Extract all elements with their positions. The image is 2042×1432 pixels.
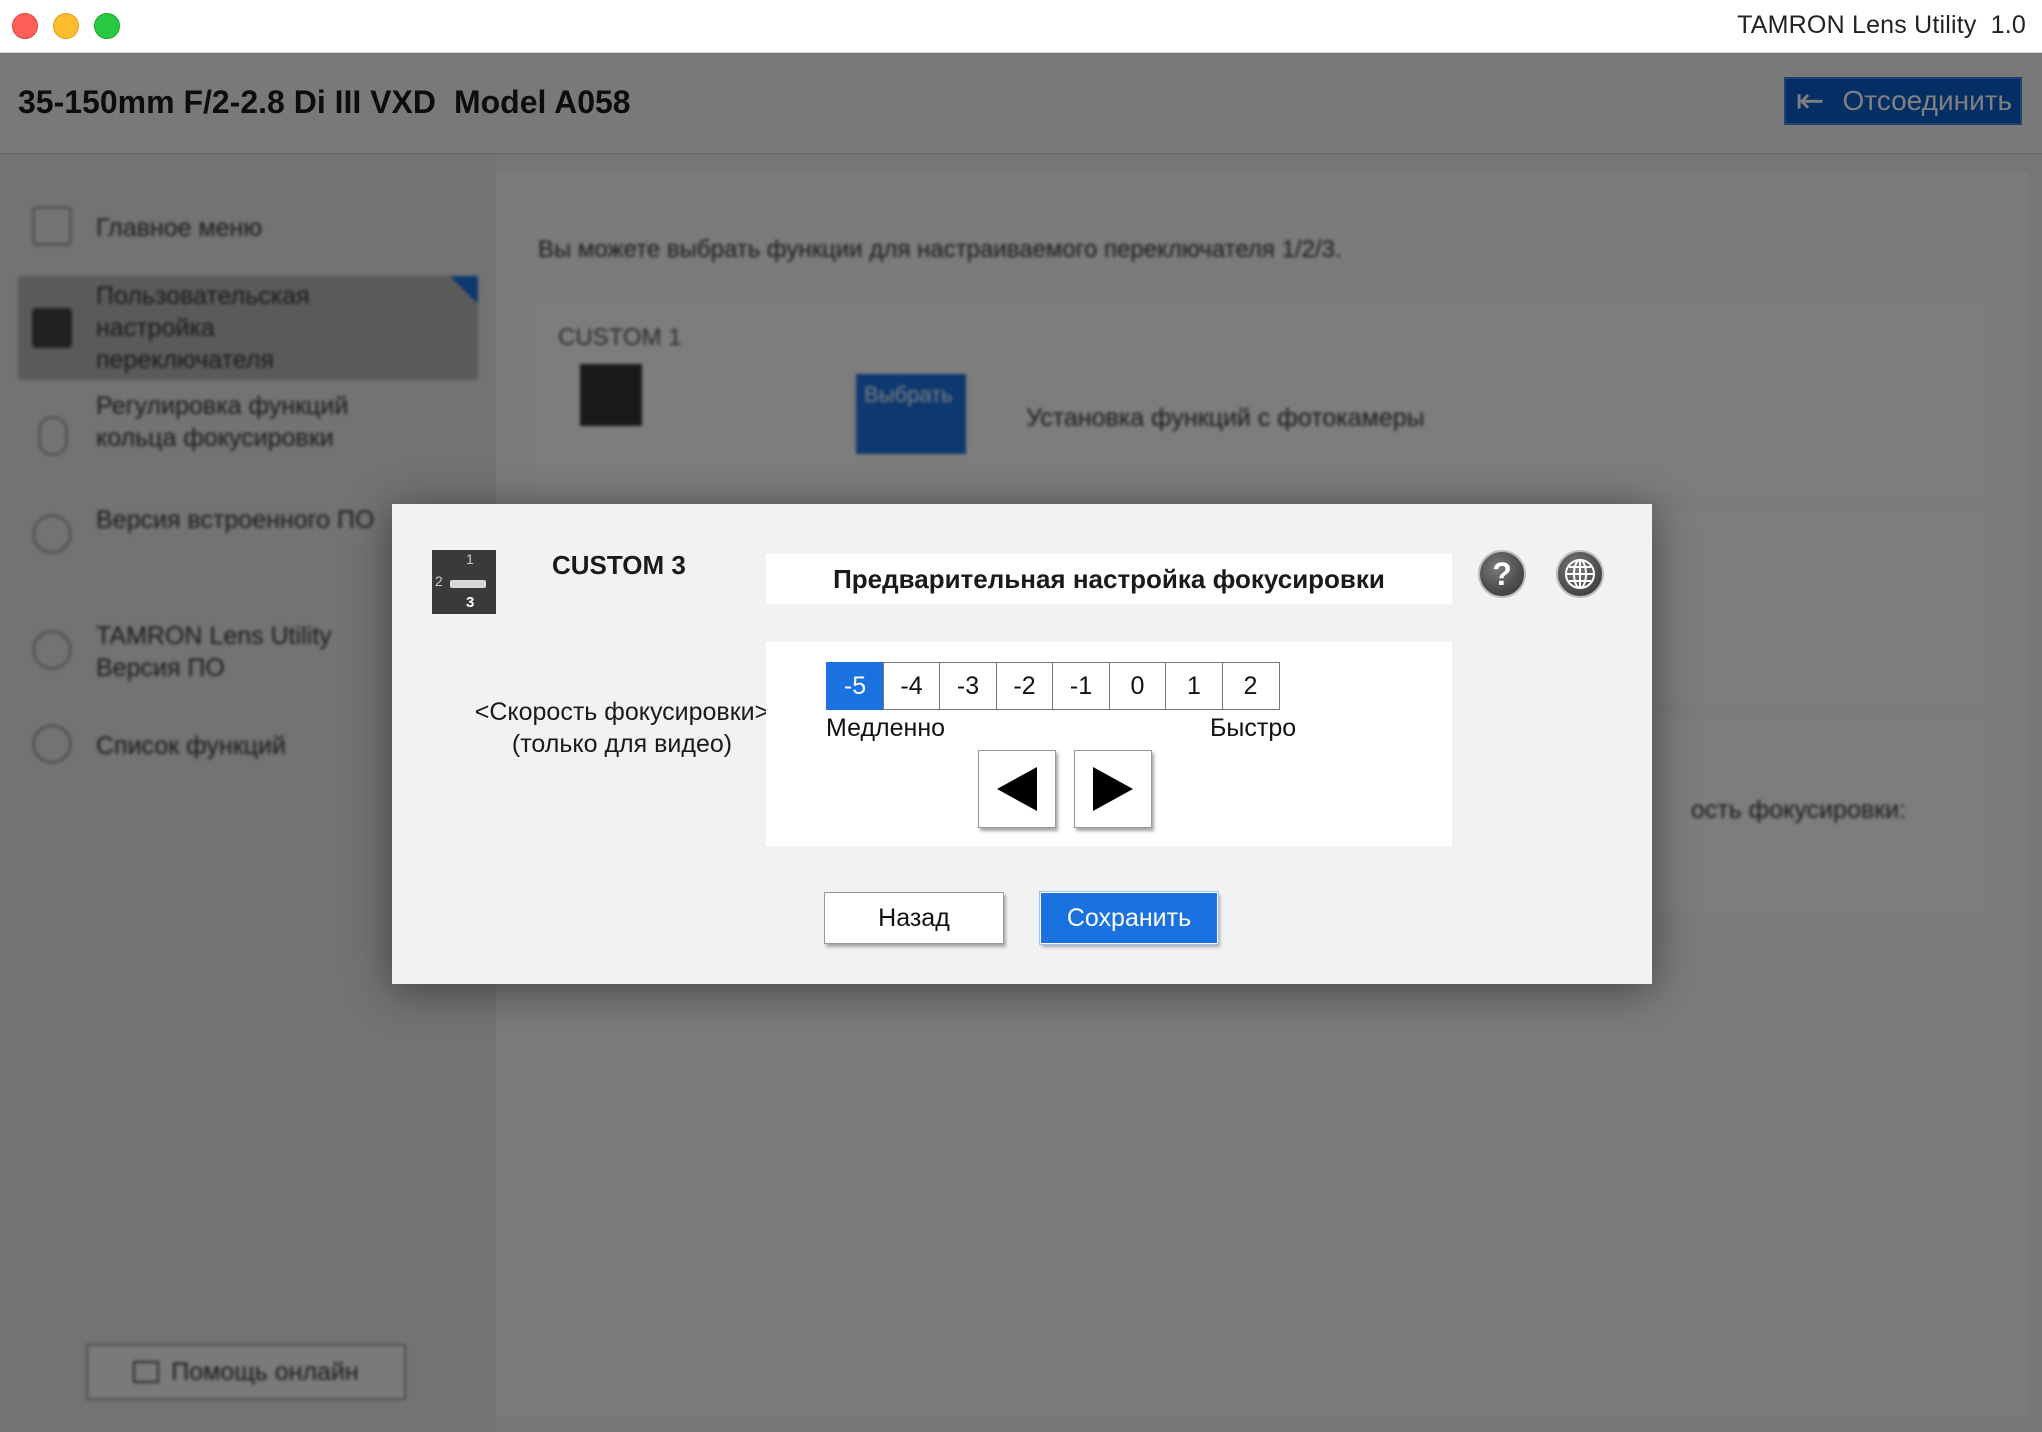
parameter-label: <Скорость фокусировки> (только для видео… — [474, 698, 770, 758]
decrease-button[interactable] — [978, 750, 1056, 828]
app-version: 1.0 — [1990, 11, 2026, 39]
back-button[interactable]: Назад — [824, 892, 1004, 944]
close-window-button[interactable] — [12, 13, 38, 39]
right-arrow-icon — [1093, 767, 1133, 811]
custom-3-switch-icon: 1 2 3 — [432, 550, 496, 614]
speed-option[interactable]: 2 — [1221, 662, 1280, 710]
speed-scale: -5 -4 -3 -2 -1 0 1 2 — [826, 662, 1280, 710]
fast-label: Быстро — [1210, 714, 1297, 742]
function-title: Предварительная настройка фокусировки — [766, 554, 1452, 604]
app-name: TAMRON Lens Utility — [1737, 11, 1977, 39]
title-bar: TAMRON Lens Utility 1.0 — [0, 0, 2042, 53]
window-title: TAMRON Lens Utility 1.0 — [1737, 11, 2026, 40]
slow-label: Медленно — [826, 714, 946, 742]
increase-button[interactable] — [1074, 750, 1152, 828]
speed-option[interactable]: -2 — [995, 662, 1054, 710]
minimize-window-button[interactable] — [53, 13, 79, 39]
left-arrow-icon — [997, 767, 1037, 811]
speed-option[interactable]: 1 — [1165, 662, 1223, 710]
maximize-window-button[interactable] — [94, 13, 120, 39]
save-button[interactable]: Сохранить — [1040, 892, 1218, 944]
question-mark-icon[interactable]: ? — [1478, 550, 1526, 598]
speed-option[interactable]: 0 — [1108, 662, 1167, 710]
custom-slot-label: CUSTOM 3 — [552, 550, 686, 580]
speed-control-panel: -5 -4 -3 -2 -1 0 1 2 Медленно Быстро — [766, 642, 1452, 846]
speed-option[interactable]: -4 — [882, 662, 941, 710]
globe-icon[interactable] — [1556, 550, 1604, 598]
speed-option[interactable]: -1 — [1052, 662, 1110, 710]
focus-preset-dialog: 1 2 3 CUSTOM 3 Предварительная настройка… — [392, 504, 1652, 984]
speed-option[interactable]: -5 — [826, 662, 884, 710]
speed-option[interactable]: -3 — [939, 662, 997, 710]
